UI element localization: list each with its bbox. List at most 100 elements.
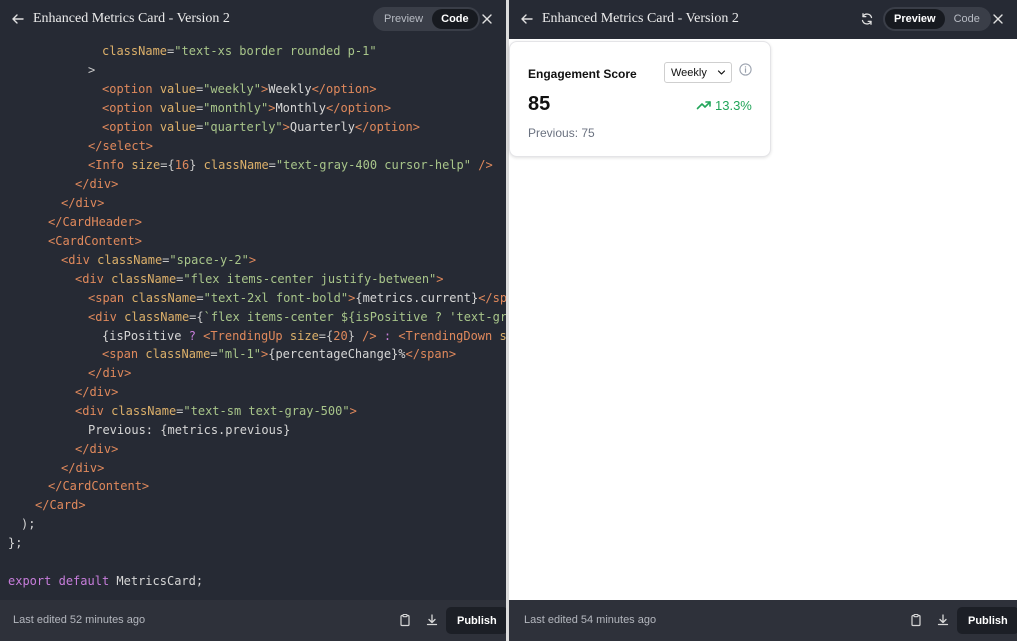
code-token: "text-2xl font-bold" — [203, 291, 349, 305]
copy-button[interactable] — [396, 611, 414, 629]
back-button[interactable] — [517, 9, 537, 29]
code-token: `flex items-center ${isPositive ? 'text-… — [203, 310, 506, 324]
code-token: > — [436, 272, 444, 286]
publish-button[interactable]: Publish — [957, 607, 1017, 634]
code-token: </CardHeader> — [48, 215, 142, 229]
code-panel-footer: Last edited 52 minutes ago Publish — [0, 600, 508, 641]
code-token: {percentageChange}% — [268, 347, 406, 361]
code-token: </div> — [61, 196, 105, 210]
code-token: </div> — [75, 442, 119, 456]
code-token: Previous: {metrics.previous} — [88, 423, 291, 437]
code-token: ={ — [160, 158, 175, 172]
code-line: <Info size={16} className="text-gray-400… — [88, 156, 493, 174]
code-token: "text-sm text-gray-500" — [183, 404, 350, 418]
code-line: </CardHeader> — [48, 213, 142, 231]
preview-panel-footer: Last edited 54 minutes ago Publish — [509, 600, 1017, 641]
code-token: size — [289, 329, 319, 343]
code-token: Weekly — [268, 82, 312, 96]
trend-indicator: 13.3% — [696, 97, 752, 113]
code-token: <option — [102, 101, 153, 115]
copy-button[interactable] — [907, 611, 925, 629]
code-token: <option — [102, 120, 153, 134]
code-token: <div — [75, 272, 104, 286]
code-token: value — [159, 120, 196, 134]
code-tab[interactable]: Code — [945, 9, 989, 29]
code-token: className — [97, 253, 163, 267]
close-button[interactable] — [988, 9, 1008, 29]
code-token: "quarterly" — [203, 120, 283, 134]
preview-canvas: Engagement Score Weekly 85 13.3% Previou… — [509, 39, 1017, 600]
preview-panel-header: Enhanced Metrics Card - Version 2 Previe… — [509, 0, 1017, 39]
preview-tab[interactable]: Preview — [375, 9, 432, 29]
code-tab[interactable]: Code — [432, 9, 478, 29]
code-token: }; — [8, 536, 23, 550]
code-token: } — [347, 329, 355, 343]
publish-button[interactable]: Publish — [446, 607, 508, 634]
code-token: export — [8, 574, 52, 588]
code-token: {isPositive — [102, 329, 189, 343]
code-token: : — [383, 329, 392, 343]
refresh-button[interactable] — [857, 9, 877, 29]
code-line: </CardContent> — [48, 477, 149, 495]
close-icon — [482, 14, 492, 24]
view-toggle: Preview Code — [373, 7, 480, 31]
current-value: 85 — [528, 93, 551, 115]
code-token: "ml-1" — [217, 347, 261, 361]
code-line: <div className="flex items-center justif… — [75, 270, 444, 288]
trending-up-icon — [696, 101, 711, 110]
download-button[interactable] — [934, 611, 952, 629]
back-button[interactable] — [8, 9, 28, 29]
code-token: className — [102, 44, 168, 58]
code-token: </div> — [61, 461, 105, 475]
code-line: <div className={`flex items-center ${isP… — [88, 308, 506, 326]
code-line: </div> — [75, 383, 118, 401]
code-token: className — [131, 291, 197, 305]
code-panel: Enhanced Metrics Card - Version 2 Previe… — [0, 0, 508, 641]
period-select[interactable]: Weekly — [664, 62, 732, 83]
percentage-change: 13.3% — [715, 97, 752, 113]
code-token: <CardContent> — [48, 234, 142, 248]
code-panel-header: Enhanced Metrics Card - Version 2 Previe… — [0, 0, 506, 39]
arrow-left-icon — [12, 14, 24, 24]
clipboard-icon — [911, 613, 921, 627]
code-token: value — [159, 101, 196, 115]
code-token: </Card> — [35, 498, 86, 512]
code-token: ={ — [318, 329, 334, 343]
previous-value: Previous: 75 — [528, 126, 595, 140]
code-token: <div — [75, 404, 104, 418]
close-button[interactable] — [477, 9, 497, 29]
view-toggle: Preview Code — [883, 7, 991, 31]
code-line: <option value="monthly">Monthly</option> — [102, 99, 391, 117]
info-icon[interactable] — [739, 63, 752, 76]
code-editor[interactable]: className="text-xs border rounded p-1" > <… — [0, 39, 506, 599]
code-token: className — [111, 404, 177, 418]
code-token: /> — [478, 158, 493, 172]
close-icon — [993, 14, 1003, 24]
code-line: </div> — [88, 364, 131, 382]
period-select-value: Weekly — [671, 66, 707, 79]
preview-tab[interactable]: Preview — [885, 9, 945, 29]
code-line: </select> — [88, 137, 153, 155]
code-token: "monthly" — [203, 101, 269, 115]
code-token: </span> — [478, 291, 506, 305]
code-token: MetricsCard; — [109, 574, 204, 588]
code-token: value — [159, 82, 196, 96]
code-token: "space-y-2" — [169, 253, 249, 267]
code-token: className — [124, 310, 190, 324]
code-line: ); — [21, 515, 35, 533]
download-button[interactable] — [423, 611, 441, 629]
code-token: </div> — [75, 177, 119, 191]
code-token: ); — [21, 517, 36, 531]
code-line: <div className="text-sm text-gray-500"> — [75, 402, 357, 420]
code-token: > — [88, 63, 96, 77]
code-token: /> — [362, 329, 377, 343]
code-token: > — [349, 404, 357, 418]
clipboard-icon — [400, 613, 410, 627]
code-line: </div> — [61, 459, 104, 477]
code-token: Quarterly — [289, 120, 355, 134]
download-icon — [426, 614, 438, 626]
